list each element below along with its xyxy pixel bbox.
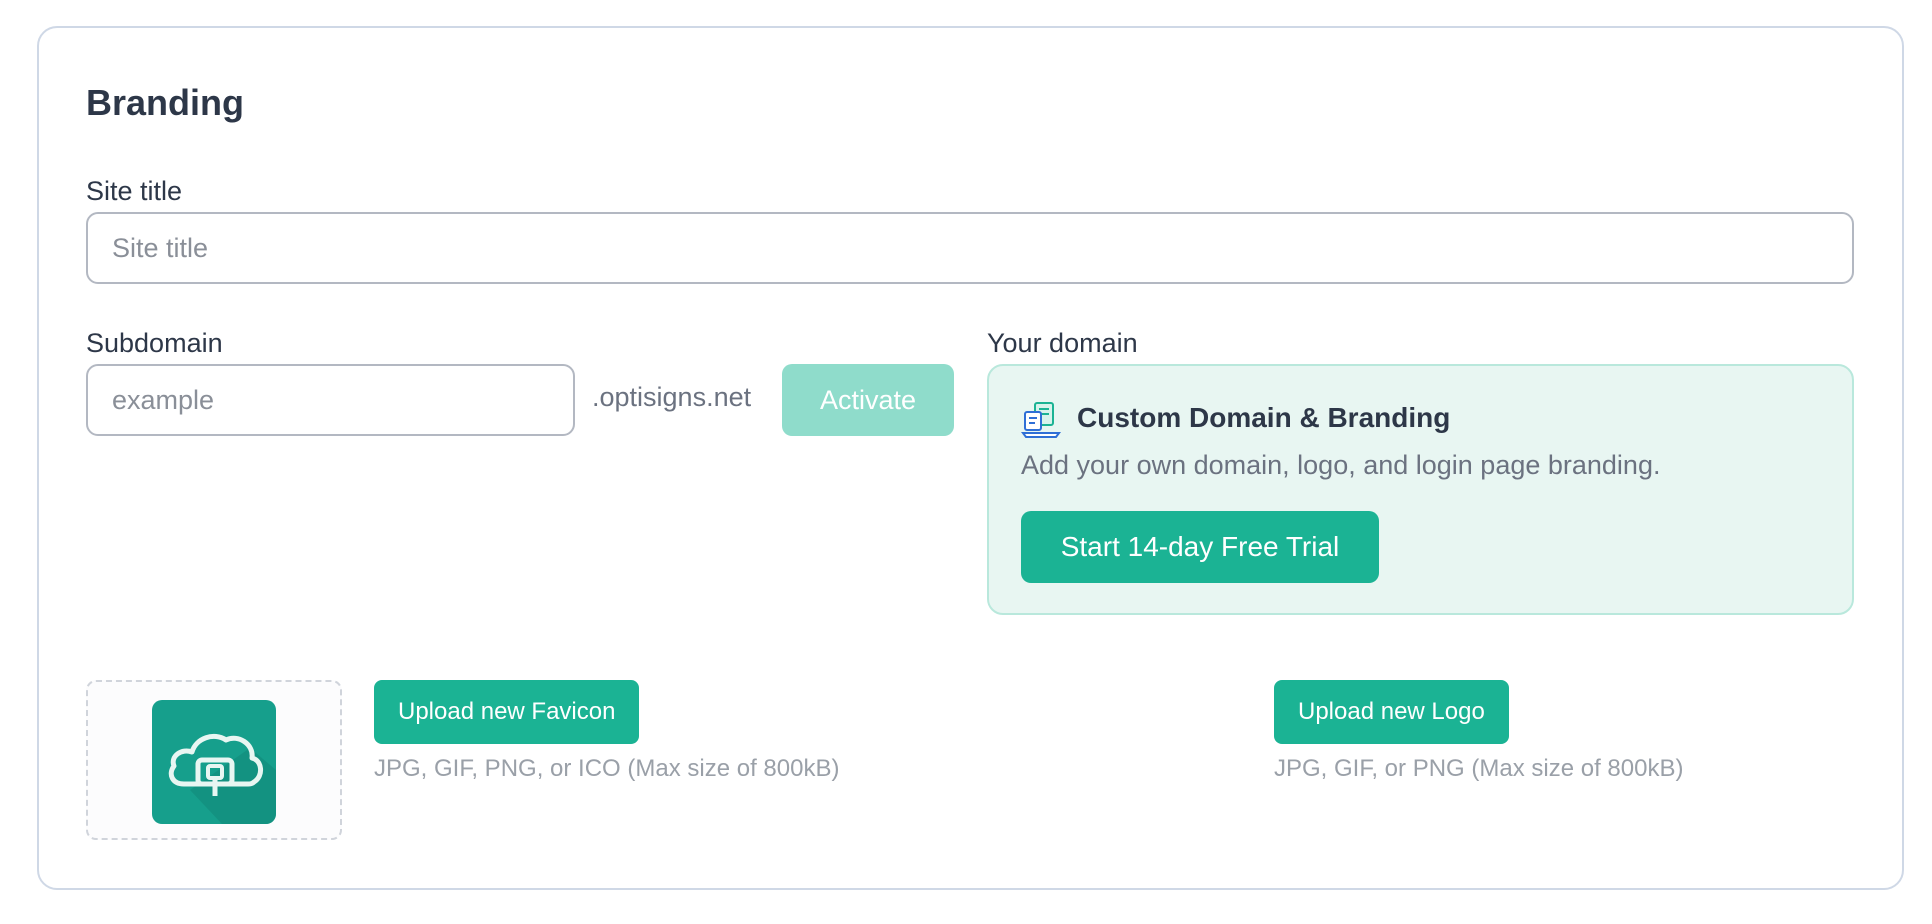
upload-favicon-button[interactable]: Upload new Favicon bbox=[374, 680, 640, 744]
page-title: Branding bbox=[86, 82, 244, 123]
upload-logo-button[interactable]: Upload new Logo bbox=[1274, 680, 1509, 744]
cloud-logo-icon bbox=[152, 700, 276, 824]
subdomain-suffix: .optisigns.net bbox=[592, 382, 752, 412]
custom-domain-promo: Custom Domain & Branding Add your own do… bbox=[987, 364, 1854, 615]
promo-description: Add your own domain, logo, and login pag… bbox=[1021, 450, 1661, 480]
your-domain-label: Your domain bbox=[987, 328, 1138, 358]
activate-button[interactable]: Activate bbox=[782, 364, 954, 436]
start-free-trial-button[interactable]: Start 14-day Free Trial bbox=[1021, 511, 1379, 583]
site-title-input[interactable] bbox=[86, 212, 1854, 284]
subdomain-input[interactable] bbox=[86, 364, 575, 436]
branding-screens-icon bbox=[1021, 400, 1061, 440]
promo-title: Custom Domain & Branding bbox=[1077, 402, 1451, 433]
favicon-hint: JPG, GIF, PNG, or ICO (Max size of 800kB… bbox=[374, 755, 840, 782]
favicon-preview bbox=[86, 680, 342, 840]
subdomain-label: Subdomain bbox=[86, 328, 223, 358]
site-title-label: Site title bbox=[86, 176, 183, 206]
logo-hint: JPG, GIF, or PNG (Max size of 800kB) bbox=[1274, 755, 1684, 782]
